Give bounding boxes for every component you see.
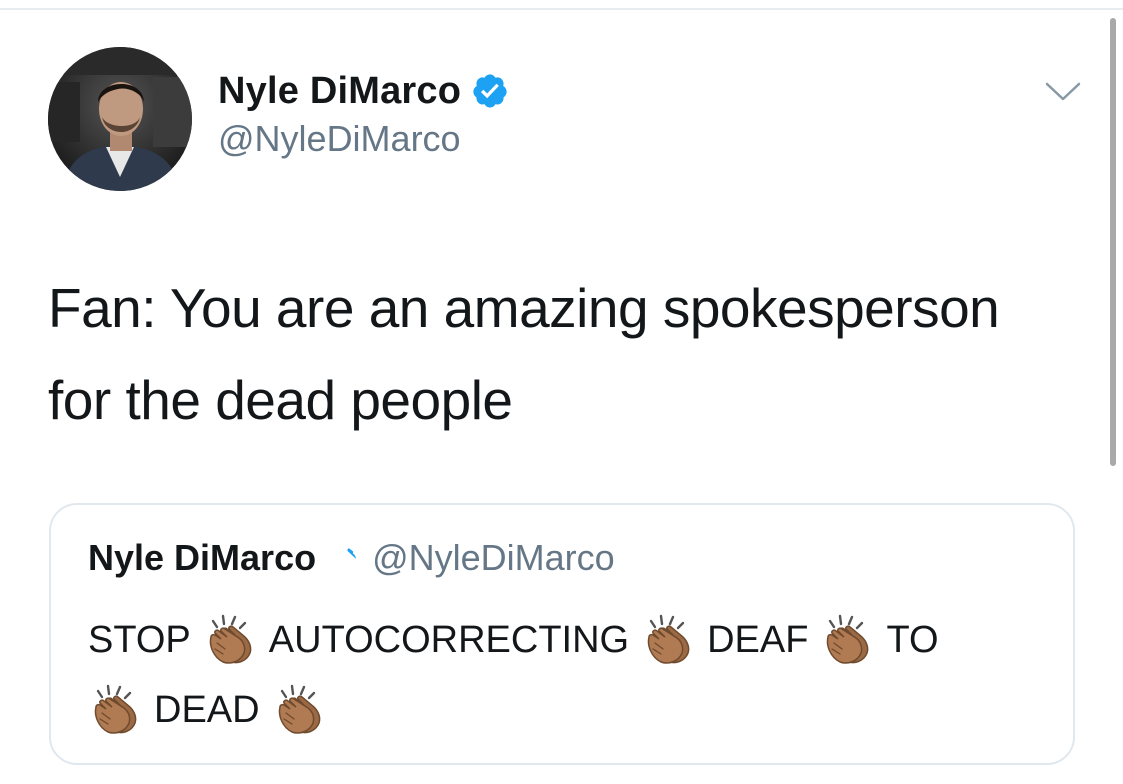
top-divider — [0, 8, 1123, 10]
quoted-text-line: DEAD — [88, 675, 1048, 745]
quoted-author-handle: @NyleDiMarco — [372, 537, 615, 578]
quoted-tweet-text: STOP AUTOCORRECTING DEAF TO DEAD — [88, 605, 1048, 745]
quoted-word: AUTOCORRECTING — [268, 619, 630, 661]
verified-badge-icon — [473, 74, 507, 108]
author-handle[interactable]: @NyleDiMarco — [218, 118, 461, 160]
quoted-word: DEAF — [707, 619, 809, 661]
quoted-word: DEAD — [154, 689, 260, 731]
quoted-text-line: STOP AUTOCORRECTING DEAF TO — [88, 605, 1048, 675]
chevron-down-icon[interactable] — [1044, 80, 1082, 104]
tweet-text-line: for the dead people — [48, 369, 513, 431]
clapping-hands-icon — [277, 684, 321, 735]
clapping-hands-icon — [94, 684, 137, 735]
avatar[interactable] — [48, 47, 192, 191]
clapping-hands-icon — [826, 614, 870, 665]
tweet-text-line: Fan: You are an amazing spokesperson — [48, 277, 1000, 339]
user-avatar-photo-icon — [48, 47, 192, 191]
quoted-word: TO — [886, 619, 939, 661]
author-row[interactable]: Nyle DiMarco — [218, 68, 509, 114]
tweet-page: Nyle DiMarco @NyleDiMarco Fan: You are a… — [0, 0, 1123, 784]
quoted-tweet-header: Nyle DiMarco @NyleDiMarco — [88, 535, 615, 581]
verified-badge-icon — [333, 548, 356, 565]
scrollbar[interactable] — [1110, 18, 1116, 466]
clapping-hands-icon — [209, 614, 252, 665]
quoted-author-display-name: Nyle DiMarco — [88, 537, 317, 578]
clapping-hands-icon — [647, 614, 690, 665]
tweet-text: Fan: You are an amazing spokesperson for… — [48, 262, 1088, 446]
quoted-word: STOP — [88, 619, 191, 661]
author-display-name[interactable]: Nyle DiMarco — [218, 70, 461, 113]
quoted-tweet-card[interactable]: Nyle DiMarco @NyleDiMarco STOP AUTOCORRE… — [49, 503, 1075, 765]
